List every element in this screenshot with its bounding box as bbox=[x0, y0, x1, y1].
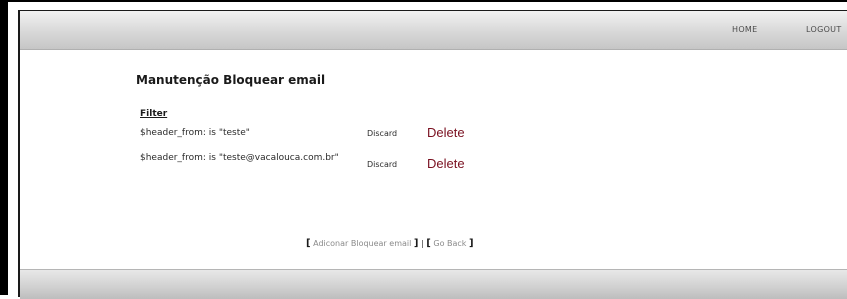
bracket-close: ] bbox=[413, 238, 419, 249]
bracket-open: [ bbox=[426, 238, 431, 249]
go-back-link[interactable]: Go Back bbox=[433, 239, 466, 248]
bracket-close: ] bbox=[468, 238, 474, 249]
delete-link[interactable]: Delete bbox=[427, 156, 465, 171]
window-frame: HOME LOGOUT Manutenção Bloquear email Fi… bbox=[0, 0, 847, 299]
delete-link[interactable]: Delete bbox=[427, 125, 465, 140]
page-title: Manutenção Bloquear email bbox=[136, 73, 326, 87]
filter-rule-text: $header_from: is "teste@vacalouca.com.br… bbox=[140, 153, 339, 163]
link-separator: | bbox=[421, 239, 424, 248]
footer-links: [ Adiconar Bloquear email ] | [ Go Back … bbox=[306, 238, 474, 249]
action-label: Discard bbox=[367, 160, 398, 169]
action-label: Discard bbox=[367, 129, 398, 138]
bracket-open: [ bbox=[306, 238, 311, 249]
add-block-email-link[interactable]: Adiconar Bloquear email bbox=[313, 239, 411, 248]
nav-home-link[interactable]: HOME bbox=[732, 25, 757, 34]
top-nav-bar: HOME LOGOUT bbox=[20, 11, 847, 50]
filter-column-header: Filter bbox=[140, 109, 168, 119]
nav-logout-link[interactable]: LOGOUT bbox=[806, 25, 842, 34]
page-container: HOME LOGOUT Manutenção Bloquear email Fi… bbox=[18, 10, 847, 299]
filter-rule-text: $header_from: is "teste" bbox=[140, 128, 250, 138]
